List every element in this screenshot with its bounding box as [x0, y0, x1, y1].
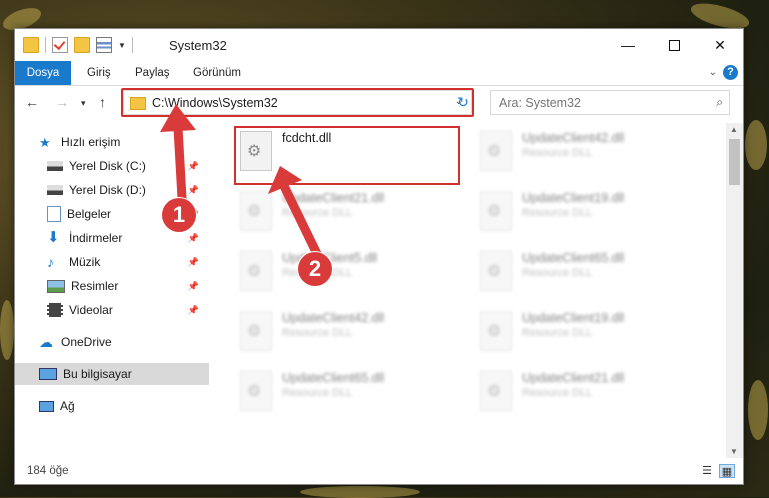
annotation-arrows	[160, 104, 323, 261]
annotation-badge-2: 2	[298, 252, 332, 286]
arrow-one	[160, 104, 196, 203]
annotation-badge-1: 1	[162, 198, 196, 232]
arrow-two	[268, 166, 323, 261]
